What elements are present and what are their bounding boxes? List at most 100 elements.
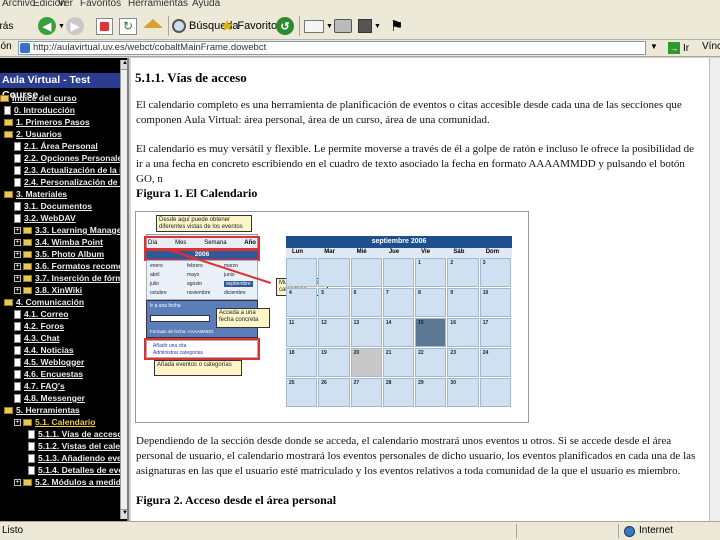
calendar-day-cell[interactable]: 14 — [382, 318, 415, 347]
mini-month[interactable]: diciembre — [224, 290, 246, 296]
sidebar-item[interactable]: 4.2. Foros — [14, 320, 64, 332]
menu-favoritos[interactable]: Favoritos — [80, 0, 121, 9]
back-button[interactable]: Atrás — [0, 16, 13, 36]
sidebar-item[interactable]: 5.1.2. Vistas del calendario — [28, 440, 127, 452]
calendar-day-cell[interactable]: 8 — [415, 288, 447, 317]
sidebar-item[interactable]: +3.8. XinWiki — [14, 284, 82, 296]
sidebar-item[interactable]: +5.1. Calendario — [14, 416, 95, 428]
expand-icon[interactable]: + — [14, 250, 21, 258]
go-button[interactable]: → Ir — [668, 41, 689, 55]
content-scrollbar[interactable] — [709, 58, 720, 521]
messenger-button[interactable]: ⚑ — [390, 16, 403, 36]
calendar-day-cell[interactable]: 19 — [318, 348, 350, 377]
sidebar-item[interactable]: 5.1.4. Detalles de eventos — [28, 464, 127, 476]
links-label[interactable]: Vínculos — [702, 41, 720, 52]
sidebar-item[interactable]: 5. Herramientas — [4, 404, 80, 416]
edit-button[interactable]: ▼ — [358, 16, 381, 36]
expand-icon[interactable]: + — [14, 226, 21, 234]
calendar-day-cell[interactable]: 30 — [447, 378, 479, 407]
calendar-day-cell[interactable]: 26 — [318, 378, 350, 407]
sidebar-item[interactable]: 5.1.3. Añadiendo eventos — [28, 452, 127, 464]
sidebar-item[interactable]: Índice del curso — [0, 92, 77, 104]
address-dropdown-icon[interactable]: ▼ — [650, 42, 658, 51]
history-button[interactable]: ↺ — [276, 16, 294, 36]
stop-button[interactable] — [96, 16, 113, 36]
menu-herramientas[interactable]: Herramientas — [128, 0, 188, 9]
sidebar-scrollbar[interactable]: ▲ ▼ — [120, 60, 127, 519]
sidebar-item[interactable]: +3.6. Formatos recomendados — [14, 260, 127, 272]
sidebar-item[interactable]: 4.1. Correo — [14, 308, 68, 320]
mini-month[interactable]: enero — [150, 263, 163, 269]
menu-ver[interactable]: Ver — [58, 0, 73, 9]
calendar-day-cell[interactable]: 9 — [447, 288, 479, 317]
menu-ayuda[interactable]: Ayuda — [192, 0, 220, 9]
calendar-day-cell[interactable]: 20 — [350, 348, 382, 377]
mini-month[interactable]: septiembre — [224, 281, 253, 287]
expand-icon[interactable]: + — [14, 286, 21, 294]
calendar-day-cell[interactable] — [318, 258, 350, 287]
calendar-day-cell[interactable] — [286, 258, 318, 287]
scroll-down-icon[interactable]: ▼ — [121, 509, 127, 519]
sidebar-item[interactable]: +3.4. Wimba Point — [14, 236, 103, 248]
calendar-day-cell[interactable]: 6 — [350, 288, 382, 317]
mini-month[interactable]: febrero — [187, 263, 203, 269]
calendar-day-cell[interactable]: 28 — [382, 378, 415, 407]
calendar-day-cell[interactable]: 15 — [415, 318, 447, 347]
calendar-day-cell[interactable]: 22 — [415, 348, 447, 377]
address-input[interactable]: http://aulavirtual.uv.es/webct/cobaltMai… — [18, 41, 646, 55]
mini-month[interactable]: agosto — [187, 281, 202, 287]
mini-month[interactable]: julio — [150, 281, 159, 287]
sidebar-item[interactable]: 4.3. Chat — [14, 332, 59, 344]
print-button[interactable] — [334, 16, 352, 36]
sidebar-item[interactable]: 3.1. Documentos — [14, 200, 92, 212]
calendar-day-cell[interactable]: 16 — [447, 318, 479, 347]
calendar-day-cell[interactable]: 10 — [479, 288, 511, 317]
calendar-day-cell[interactable]: 5 — [318, 288, 350, 317]
back-arrow-button[interactable]: ◀ ▼ — [38, 16, 65, 36]
expand-icon[interactable]: + — [14, 478, 21, 486]
calendar-day-cell[interactable]: 12 — [318, 318, 350, 347]
calendar-day-cell[interactable] — [479, 378, 511, 407]
sidebar-item[interactable]: 4.4. Noticias — [14, 344, 74, 356]
sidebar-item[interactable]: 2.2. Opciones Personales — [14, 152, 127, 164]
sidebar-item[interactable]: +5.2. Módulos a medida — [14, 476, 126, 488]
mini-month[interactable]: junio — [224, 272, 235, 278]
calendar-day-cell[interactable] — [350, 258, 382, 287]
expand-icon[interactable]: + — [14, 418, 21, 426]
mini-month[interactable]: mayo — [187, 272, 199, 278]
home-button[interactable] — [143, 16, 163, 36]
sidebar-item[interactable]: 2.4. Personalización de la página — [14, 176, 127, 188]
sidebar-item[interactable]: 2.1. Área Personal — [14, 140, 98, 152]
calendar-day-cell[interactable]: 18 — [286, 348, 318, 377]
calendar-day-cell[interactable]: 1 — [415, 258, 447, 287]
calendar-day-cell[interactable]: 21 — [382, 348, 415, 377]
forward-button[interactable]: ▶ — [66, 16, 84, 36]
refresh-button[interactable]: ↻ — [119, 16, 137, 36]
calendar-day-cell[interactable]: 29 — [415, 378, 447, 407]
mail-button[interactable]: ▼ — [304, 16, 333, 36]
calendar-day-cell[interactable]: 7 — [382, 288, 415, 317]
sidebar-item[interactable]: +3.5. Photo Album — [14, 248, 104, 260]
sidebar-item[interactable]: 3.2. WebDAV — [14, 212, 76, 224]
sidebar-item[interactable]: +3.3. Learning Management — [14, 224, 127, 236]
mini-month[interactable]: noviembre — [187, 290, 210, 296]
sidebar-item[interactable]: 0. Introducción — [4, 104, 75, 116]
sidebar-item[interactable]: 5.1.1. Vías de acceso — [28, 428, 123, 440]
goto-date-input[interactable] — [150, 315, 210, 322]
calendar-day-cell[interactable] — [382, 258, 415, 287]
menu-archivo[interactable]: Archivo — [2, 0, 35, 9]
sidebar-item[interactable]: 3. Materiales — [4, 188, 67, 200]
sidebar-item[interactable]: 4.6. Encuestas — [14, 368, 83, 380]
calendar-day-cell[interactable]: 2 — [447, 258, 479, 287]
calendar-day-cell[interactable]: 17 — [479, 318, 511, 347]
sidebar-item[interactable]: +3.7. Inserción de fórmulas — [14, 272, 127, 284]
calendar-day-cell[interactable]: 23 — [447, 348, 479, 377]
sidebar-item[interactable]: 4.5. Weblogger — [14, 356, 84, 368]
calendar-day-cell[interactable]: 24 — [479, 348, 511, 377]
favorites-button[interactable]: ★ Favoritos — [220, 16, 283, 36]
sidebar-item[interactable]: 4.8. Messenger — [14, 392, 85, 404]
calendar-day-cell[interactable]: 3 — [479, 258, 511, 287]
sidebar-item[interactable]: 2.3. Actualización de la información — [14, 164, 127, 176]
calendar-day-cell[interactable]: 25 — [286, 378, 318, 407]
course-title[interactable]: Aula Virtual - Test Course — [0, 73, 127, 101]
